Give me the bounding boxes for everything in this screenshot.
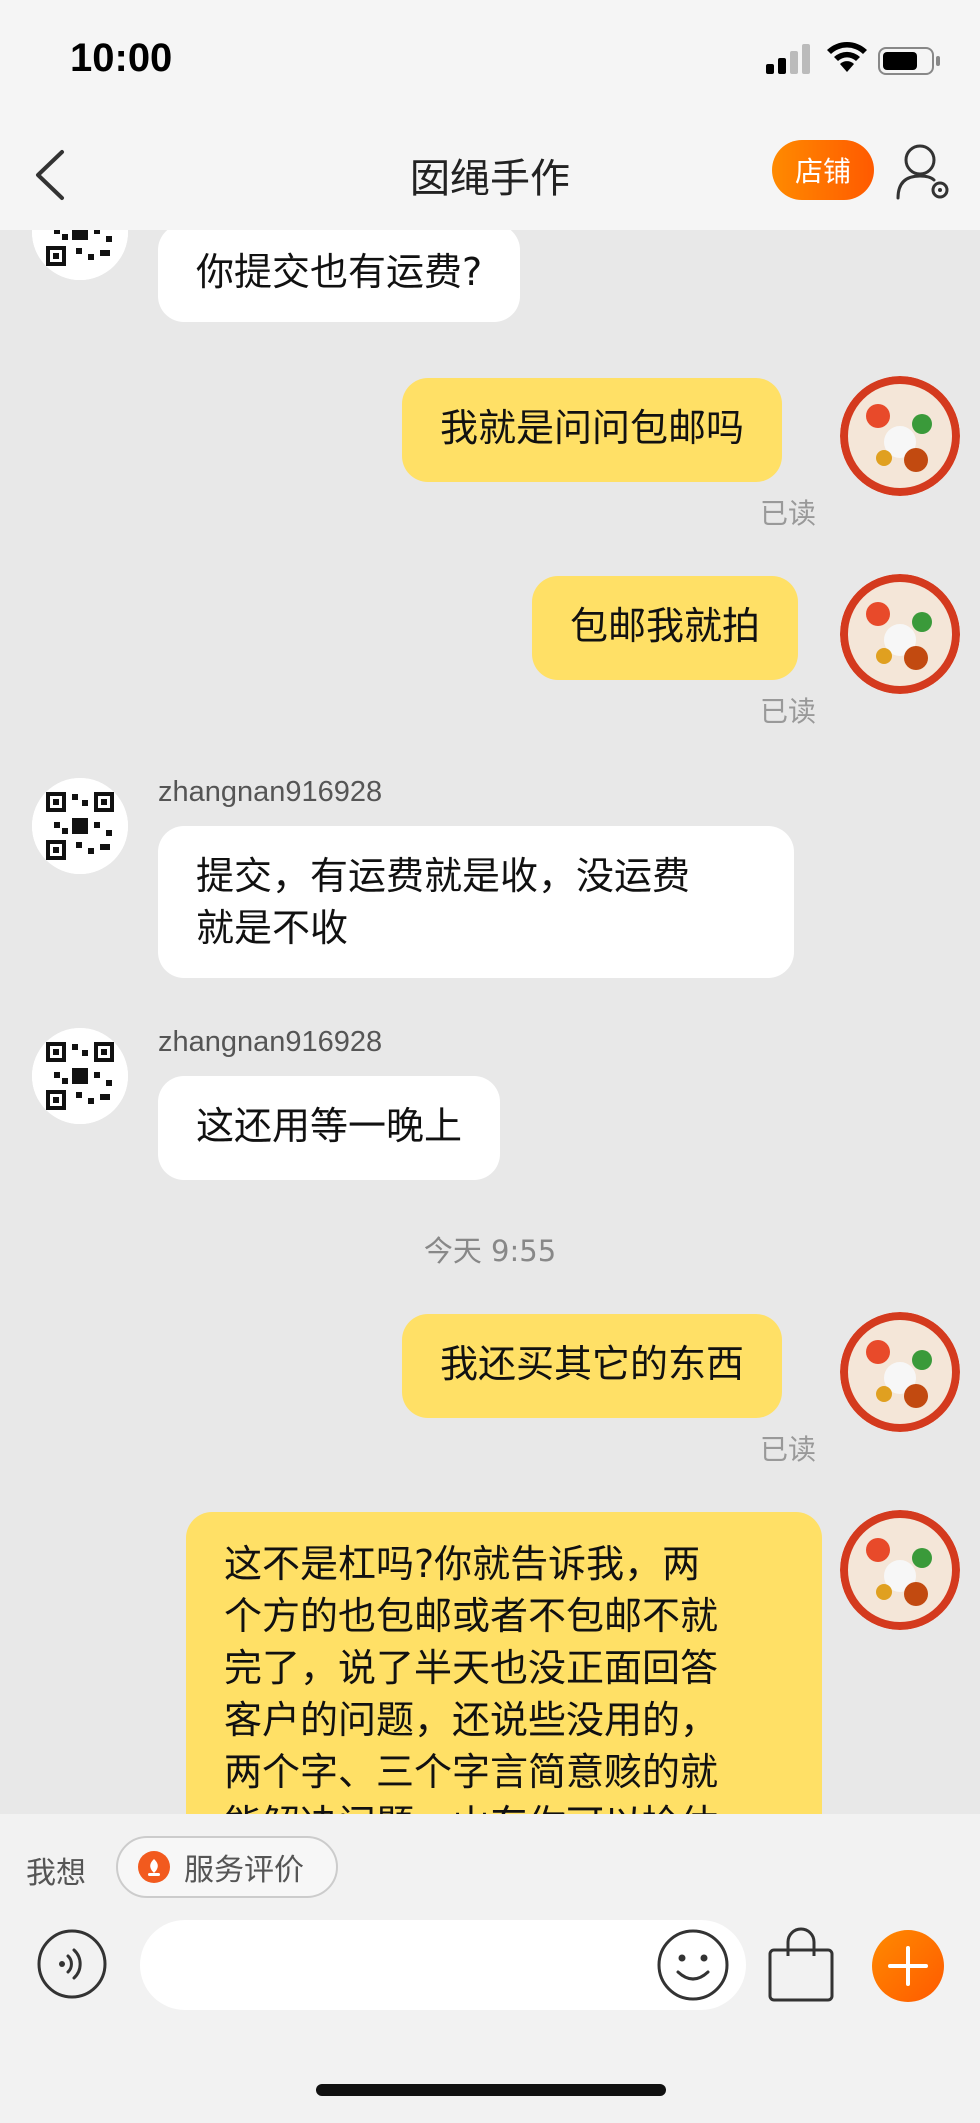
message-text-line: 能解决问题，山东你可以捡估 <box>224 1798 784 1814</box>
message-text: 我就是问问包邮吗 <box>440 406 745 450</box>
avatar-photo-icon <box>840 376 960 496</box>
message-text-line: 就是不收 <box>196 906 349 950</box>
message-text-line: 个方的也包邮或者不包邮不就 <box>224 1594 719 1638</box>
message-text-line: 两个字、三个字言简意赅的就 <box>224 1750 719 1794</box>
user-avatar[interactable] <box>840 1510 960 1630</box>
avatar-photo-icon <box>840 1510 960 1630</box>
message-text-line: 客户的问题，还说些没用的， <box>224 1698 719 1742</box>
qr-code-icon <box>32 230 128 280</box>
profile-settings-icon[interactable] <box>894 140 952 202</box>
time-separator: 今天 9:55 <box>423 1234 557 1268</box>
qr-code-icon <box>32 1028 128 1124</box>
message-bubble[interactable]: 这不是杠吗?你就告诉我，两 个方的也包邮或者不包邮不就 完了，说了半天也没正面回… <box>186 1512 822 1814</box>
user-avatar[interactable] <box>840 574 960 694</box>
status-time: 10:00 <box>70 36 173 80</box>
input-bar: 我想 服务评价 <box>0 1814 980 2123</box>
user-avatar[interactable] <box>840 376 960 496</box>
message-text: 这还用等一晚上 <box>196 1104 463 1148</box>
seller-avatar[interactable] <box>32 778 128 874</box>
user-avatar[interactable] <box>840 1312 960 1432</box>
emoji-icon[interactable] <box>656 1928 730 2002</box>
plus-icon <box>888 1946 928 1986</box>
sender-name: zhangnan916928 <box>158 776 383 808</box>
read-status: 已读 <box>760 1433 817 1466</box>
message-bubble[interactable]: 包邮我就拍 <box>532 576 799 680</box>
message-bubble[interactable]: 我还买其它的东西 <box>402 1314 783 1418</box>
seller-avatar[interactable] <box>32 230 128 280</box>
nav-bar: 囡绳手作 店铺 <box>0 118 980 230</box>
qr-code-icon <box>32 778 128 874</box>
message-text-line: 这不是杠吗?你就告诉我，两 <box>224 1542 701 1586</box>
message-text: 包邮我就拍 <box>570 604 761 648</box>
service-rating-icon <box>138 1851 170 1883</box>
message-bubble[interactable]: 我就是问问包邮吗 <box>402 378 783 482</box>
read-status: 已读 <box>760 695 817 728</box>
chip-label: 服务评价 <box>184 1853 304 1888</box>
shopping-bag-icon[interactable] <box>766 1926 836 2004</box>
message-bubble[interactable]: 你提交也有运费? <box>158 230 521 322</box>
message-bubble[interactable]: 提交，有运费就是收，没运费 就是不收 <box>158 826 794 978</box>
seller-avatar[interactable] <box>32 1028 128 1124</box>
store-button[interactable]: 店铺 <box>772 140 874 200</box>
message-bubble[interactable]: 这还用等一晚上 <box>158 1076 501 1180</box>
status-bar: 10:00 <box>0 0 980 118</box>
message-text: 我还买其它的东西 <box>440 1342 745 1386</box>
read-status: 已读 <box>760 497 817 530</box>
signal-icon <box>766 44 810 74</box>
want-label: 我想 <box>26 1856 86 1891</box>
message-text-line: 完了，说了半天也没正面回答 <box>224 1646 719 1690</box>
battery-icon <box>878 47 940 75</box>
plus-button[interactable] <box>872 1930 944 2002</box>
sender-name: zhangnan916928 <box>158 1026 383 1058</box>
avatar-photo-icon <box>840 574 960 694</box>
home-indicator[interactable] <box>316 2084 666 2096</box>
message-text-line: 提交，有运费就是收，没运费 <box>196 854 691 898</box>
voice-icon[interactable] <box>36 1928 108 2000</box>
wifi-icon <box>827 42 867 72</box>
message-text: 你提交也有运费? <box>196 250 483 294</box>
chat-area[interactable]: 你提交也有运费? 我就是问问包邮吗 已读 包邮我就拍 已读 zhangnan91… <box>0 230 980 1814</box>
avatar-photo-icon <box>840 1312 960 1432</box>
service-rating-chip[interactable]: 服务评价 <box>116 1836 338 1898</box>
